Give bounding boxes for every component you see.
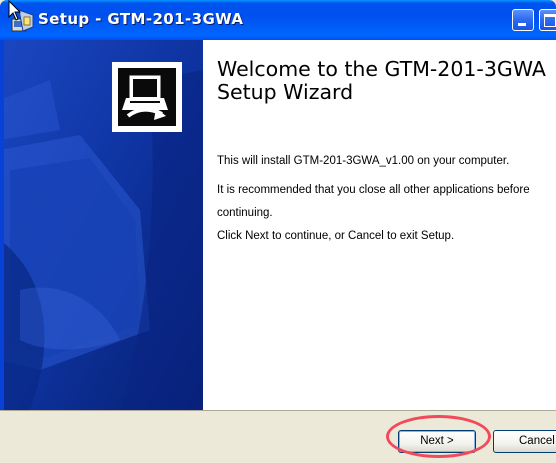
install-info-text: This will install GTM-201-3GWA_v1.00 on …	[217, 155, 510, 167]
wizard-button-bar: Next > Cancel	[0, 410, 556, 463]
wizard-heading-line2: Setup Wizard	[217, 80, 354, 104]
window-left-border	[0, 40, 4, 463]
wizard-content: Welcome to the GTM-201-3GWA Setup Wizard…	[203, 40, 556, 410]
continue-instructions-text: Click Next to continue, or Cancel to exi…	[217, 230, 455, 242]
close-apps-text: It is recommended that you close all oth…	[217, 184, 530, 196]
cancel-button[interactable]: Cancel	[493, 430, 556, 453]
computer-install-icon	[112, 62, 182, 132]
wizard-heading-line1: Welcome to the GTM-201-3GWA	[217, 57, 546, 81]
mouse-pointer-icon	[8, 0, 22, 22]
title-bar[interactable]: Setup - GTM-201-3GWA	[0, 0, 556, 40]
window-title: Setup - GTM-201-3GWA	[38, 10, 244, 28]
maximize-button[interactable]	[539, 9, 556, 31]
wizard-heading: Welcome to the GTM-201-3GWA Setup Wizard	[217, 58, 556, 104]
next-button[interactable]: Next >	[398, 430, 476, 453]
close-apps-text-continued: continuing.	[217, 207, 273, 219]
maximize-icon	[544, 14, 556, 27]
setup-window: Setup - GTM-201-3GWA Welcome to the GTM-…	[0, 0, 556, 463]
minimize-button[interactable]	[512, 9, 534, 31]
minimize-icon	[518, 23, 526, 26]
